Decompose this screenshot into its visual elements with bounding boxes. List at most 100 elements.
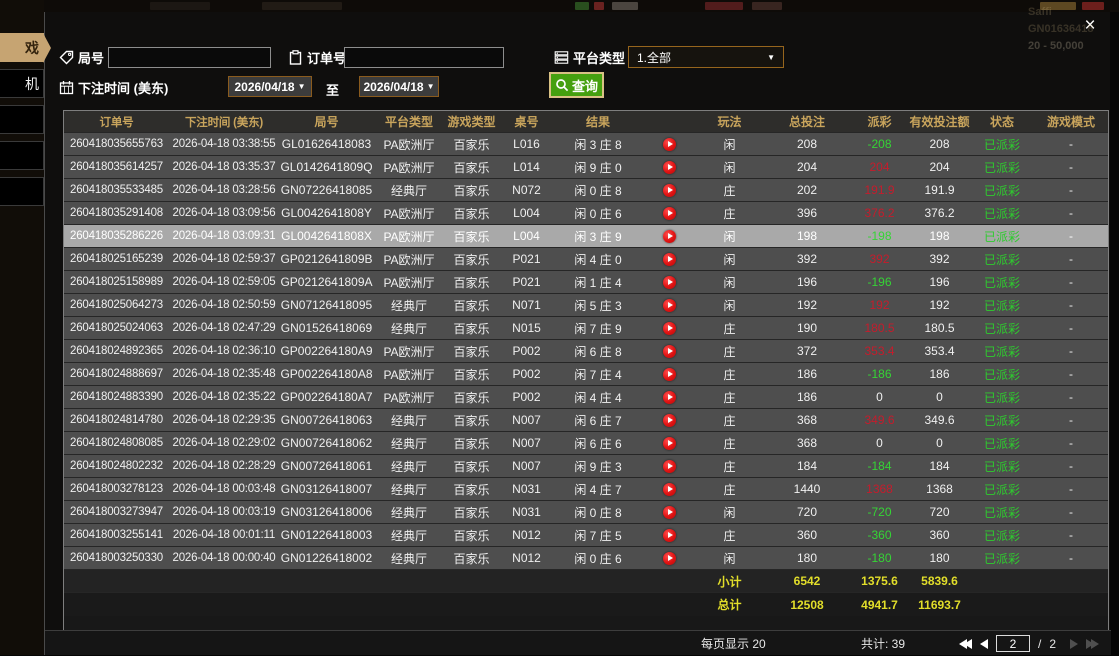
table-cell: 260418024892365	[64, 340, 169, 362]
play-result-icon[interactable]	[663, 460, 676, 473]
table-row[interactable]: 2604180352914082026-04-18 03:09:56GL0042…	[64, 201, 1108, 224]
column-header: 有效投注额	[907, 111, 972, 132]
platform-type-select[interactable]: 1.全部 ▼	[628, 46, 784, 68]
table-cell: 260418035291408	[64, 202, 169, 224]
play-result-icon[interactable]	[663, 207, 676, 220]
table-cell: 庄	[697, 455, 762, 477]
table-row[interactable]: 2604180248147802026-04-18 02:29:35GN0072…	[64, 408, 1108, 431]
play-result-icon[interactable]	[663, 414, 676, 427]
table-cell: -	[1032, 340, 1109, 362]
table-cell: 192	[852, 294, 907, 316]
table-cell: 353.4	[907, 340, 972, 362]
table-cell: N015	[499, 317, 554, 339]
table-cell: 百家乐	[444, 386, 499, 408]
table-cell: 经典厅	[374, 455, 444, 477]
table-row[interactable]: 2604180248833902026-04-18 02:35:22GP0022…	[64, 385, 1108, 408]
round-number-input[interactable]	[108, 47, 271, 68]
table-row[interactable]: 2604180248886972026-04-18 02:35:48GP0022…	[64, 362, 1108, 385]
table-row[interactable]: 2604180032551412026-04-18 00:01:11GN0122…	[64, 523, 1108, 546]
table-row[interactable]: 2604180248022322026-04-18 02:28:29GN0072…	[64, 454, 1108, 477]
query-button[interactable]: 查询	[549, 72, 604, 98]
sidebar-item[interactable]: 机	[0, 69, 44, 98]
summary-cell	[642, 593, 697, 616]
table-row[interactable]: 2604180032503302026-04-18 00:00:40GN0122…	[64, 546, 1108, 569]
table-row[interactable]: 2604180355334852026-04-18 03:28:56GN0722…	[64, 178, 1108, 201]
play-result-icon[interactable]	[663, 138, 676, 151]
table-cell: 196	[907, 271, 972, 293]
summary-cell	[444, 593, 499, 616]
date-from-picker[interactable]: 2026/04/18 ▼	[228, 76, 312, 97]
play-result-icon[interactable]	[663, 483, 676, 496]
table-cell: N071	[499, 294, 554, 316]
table-cell: -	[1032, 156, 1109, 178]
play-result-icon[interactable]	[663, 299, 676, 312]
table-cell: 经典厅	[374, 501, 444, 523]
table-row[interactable]: 2604180251589892026-04-18 02:59:05GP0212…	[64, 270, 1108, 293]
play-result-icon[interactable]	[663, 529, 676, 542]
table-cell: 百家乐	[444, 133, 499, 155]
close-icon[interactable]: ×	[1078, 14, 1102, 38]
table-row[interactable]: 2604180250240632026-04-18 02:47:29GN0152…	[64, 316, 1108, 339]
table-cell: 经典厅	[374, 409, 444, 431]
play-result-icon[interactable]	[663, 552, 676, 565]
play-result-icon[interactable]	[663, 506, 676, 519]
sidebar-item[interactable]	[0, 177, 44, 206]
play-result-icon[interactable]	[663, 322, 676, 335]
pagination-last-button[interactable]	[1086, 639, 1099, 649]
table-cell: 百家乐	[444, 547, 499, 569]
summary-cell	[1032, 570, 1109, 592]
subtotal-row: 小计65421375.65839.6	[64, 569, 1108, 592]
table-cell: 百家乐	[444, 248, 499, 270]
order-number-input[interactable]	[344, 47, 504, 68]
result-video-cell	[642, 340, 697, 362]
table-row[interactable]: 2604180356557632026-04-18 03:38:55GL0162…	[64, 132, 1108, 155]
table-row[interactable]: 2604180251652392026-04-18 02:59:37GP0212…	[64, 247, 1108, 270]
pagination-next-button[interactable]	[1070, 639, 1078, 649]
table-row[interactable]: 2604180248080852026-04-18 02:29:02GN0072…	[64, 431, 1108, 454]
table-cell: 闲 9 庄 0	[554, 156, 642, 178]
sidebar-item-label: 机	[25, 74, 39, 94]
play-result-icon[interactable]	[663, 368, 676, 381]
sidebar-item[interactable]	[0, 105, 44, 134]
play-result-icon[interactable]	[663, 184, 676, 197]
table-cell: 百家乐	[444, 340, 499, 362]
play-result-icon[interactable]	[663, 253, 676, 266]
table-cell: 闲	[697, 225, 762, 247]
play-result-icon[interactable]	[663, 230, 676, 243]
table-row[interactable]: 2604180250642732026-04-18 02:50:59GN0712…	[64, 293, 1108, 316]
table-cell: 百家乐	[444, 432, 499, 454]
summary-cell	[1032, 593, 1109, 616]
table-cell: 已派彩	[972, 524, 1032, 546]
sidebar-item[interactable]	[0, 141, 44, 170]
page-number-input[interactable]	[996, 635, 1030, 652]
table-cell: -720	[852, 501, 907, 523]
pagination-prev-button[interactable]	[980, 639, 988, 649]
table-cell: 186	[762, 386, 852, 408]
table-cell: GN03126418007	[279, 478, 374, 500]
table-row[interactable]: 2604180032781232026-04-18 00:03:48GN0312…	[64, 477, 1108, 500]
table-cell: 392	[762, 248, 852, 270]
table-cell: 2026-04-18 00:03:48	[169, 478, 279, 500]
pagination-first-button[interactable]	[959, 639, 972, 649]
table-row[interactable]: 2604180248923652026-04-18 02:36:10GP0022…	[64, 339, 1108, 362]
table-row[interactable]: 2604180352862262026-04-18 03:09:31GL0042…	[64, 224, 1108, 247]
table-cell: 已派彩	[972, 202, 1032, 224]
play-result-icon[interactable]	[663, 437, 676, 450]
table-cell: -	[1032, 317, 1109, 339]
table-cell: 372	[762, 340, 852, 362]
play-result-icon[interactable]	[663, 345, 676, 358]
table-cell: 百家乐	[444, 317, 499, 339]
table-cell: 百家乐	[444, 156, 499, 178]
play-result-icon[interactable]	[663, 391, 676, 404]
table-cell: 191.9	[907, 179, 972, 201]
date-to-picker[interactable]: 2026/04/18 ▼	[359, 76, 439, 97]
table-row[interactable]: 2604180032739472026-04-18 00:03:19GN0312…	[64, 500, 1108, 523]
table-cell: L016	[499, 133, 554, 155]
play-result-icon[interactable]	[663, 161, 676, 174]
table-row[interactable]: 2604180356142572026-04-18 03:35:37GL0142…	[64, 155, 1108, 178]
play-result-icon[interactable]	[663, 276, 676, 289]
column-header: 结果	[554, 111, 642, 132]
summary-cell	[444, 570, 499, 592]
platform-type-label: 平台类型	[573, 48, 625, 67]
sidebar-item[interactable]: 戏	[0, 33, 44, 62]
